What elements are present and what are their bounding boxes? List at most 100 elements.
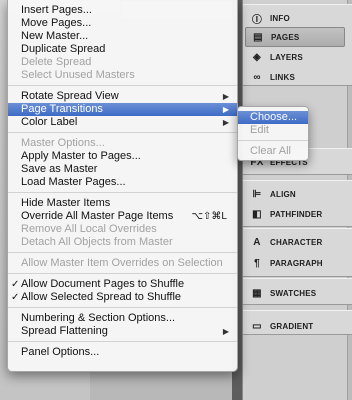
menu-item-label: Hide Master Items — [21, 197, 111, 209]
menu-separator — [8, 192, 237, 193]
dock-item-layers[interactable]: ◈ LAYERS — [245, 47, 345, 67]
menu-item-load-master-pages[interactable]: Load Master Pages... — [8, 176, 237, 189]
menu-item-label: Select Unused Masters — [21, 69, 135, 81]
menu-item-label: Move Pages... — [21, 17, 92, 29]
menu-item-label: Page Transitions — [21, 103, 103, 115]
menu-item-master-options: Master Options... — [8, 137, 237, 150]
dock-item-gradient[interactable]: ▭ GRADIENT — [245, 316, 345, 336]
menu-separator — [238, 140, 308, 141]
menu-item-label: Allow Master Item Overrides on Selection — [21, 257, 223, 269]
dock-item-label: PARAGRAPH — [270, 258, 323, 268]
menu-separator — [8, 273, 237, 274]
menu-item-apply-master-to-pages[interactable]: Apply Master to Pages... — [8, 150, 237, 163]
dock-item-label: LINKS — [270, 72, 295, 82]
menu-item-label: Rotate Spread View — [21, 90, 119, 102]
page-transitions-submenu: Choose... Edit Clear All — [237, 106, 309, 161]
dock-item-pathfinder[interactable]: ◧ PATHFINDER — [245, 204, 345, 224]
dock-item-label: ALIGN — [270, 189, 296, 199]
menu-item-label: Allow Document Pages to Shuffle — [21, 278, 185, 290]
menu-separator — [8, 341, 237, 342]
menu-separator — [8, 85, 237, 86]
menu-item-label: Color Label — [21, 116, 78, 128]
menu-item-page-transitions[interactable]: Page Transitions ▶ — [8, 103, 237, 116]
checkmark-icon: ✓ — [11, 292, 20, 303]
dock-item-label: INFO — [270, 13, 290, 23]
menu-item-color-label[interactable]: Color Label ▶ — [8, 116, 237, 129]
menu-item-numbering-section-options[interactable]: Numbering & Section Options... — [8, 312, 237, 325]
paragraph-icon: ¶ — [254, 257, 260, 269]
menu-item-remove-all-local-overrides: Remove All Local Overrides — [8, 223, 237, 236]
dock-item-label: LAYERS — [270, 52, 303, 62]
dock-item-label: SWATCHES — [270, 288, 317, 298]
submenu-arrow-icon: ▶ — [222, 105, 229, 114]
align-icon: ⊫ — [252, 188, 262, 200]
links-icon: ∞ — [253, 71, 261, 83]
dock-item-links[interactable]: ∞ LINKS — [245, 67, 345, 87]
dock-item-pages[interactable]: ▤ PAGES — [245, 27, 345, 47]
menu-item-label: Load Master Pages... — [21, 176, 126, 188]
menu-item-label: Spread Flattening — [21, 325, 108, 337]
pathfinder-icon: ◧ — [252, 208, 262, 220]
pages-panel-menu: Insert Pages... Move Pages... New Master..… — [7, 0, 238, 372]
dock-item-label: PAGES — [271, 32, 300, 42]
menu-item-duplicate-spread[interactable]: Duplicate Spread — [8, 43, 237, 56]
info-icon: ⓘ — [251, 14, 263, 26]
dock-item-character[interactable]: A CHARACTER — [245, 232, 345, 252]
menu-item-label: Choose... — [250, 111, 298, 123]
dock-item-info[interactable]: ⓘ INFO — [245, 8, 345, 28]
layers-icon: ◈ — [253, 51, 261, 63]
menu-item-insert-pages[interactable]: Insert Pages... — [8, 4, 237, 17]
menu-separator — [8, 307, 237, 308]
pages-icon: ▤ — [253, 31, 263, 43]
menu-item-delete-spread: Delete Spread — [8, 56, 237, 69]
menu-item-label: Save as Master — [21, 163, 98, 175]
menu-item-label: Duplicate Spread — [21, 43, 106, 55]
dock-item-swatches[interactable]: ▦ SWATCHES — [245, 283, 345, 303]
dock-item-label: GRADIENT — [270, 321, 314, 331]
menu-item-shortcut: ⌥⇧⌘L — [191, 211, 227, 222]
menu-item-label: Edit — [250, 124, 269, 136]
submenu-arrow-icon: ▶ — [222, 327, 229, 336]
menu-item-label: Master Options... — [21, 137, 105, 149]
menu-item-label: Numbering & Section Options... — [21, 312, 176, 324]
menu-item-label: New Master... — [21, 30, 89, 42]
menu-separator — [8, 132, 237, 133]
checkmark-icon: ✓ — [11, 279, 20, 290]
submenu-item-edit: Edit — [238, 124, 308, 137]
menu-item-label: Override All Master Page Items — [21, 210, 174, 222]
menu-item-save-as-master[interactable]: Save as Master — [8, 163, 237, 176]
submenu-item-clear-all: Clear All — [238, 145, 308, 158]
menu-item-label: Panel Options... — [21, 346, 100, 358]
menu-item-select-unused-masters: Select Unused Masters — [8, 69, 237, 82]
panel-dock: ⓘ INFO ▤ PAGES ◈ LAYERS ∞ LINKS fx EFFECTS ⊫ ALIGN ◧… — [242, 0, 352, 400]
menu-item-detach-all-objects-from-master: Detach All Objects from Master — [8, 236, 237, 249]
submenu-arrow-icon: ▶ — [222, 92, 229, 101]
menu-item-label: Detach All Objects from Master — [21, 236, 173, 248]
menu-item-label: Allow Selected Spread to Shuffle — [21, 291, 182, 303]
dock-item-paragraph[interactable]: ¶ PARAGRAPH — [245, 253, 345, 273]
menu-item-move-pages[interactable]: Move Pages... — [8, 17, 237, 30]
swatches-icon: ▦ — [252, 287, 262, 299]
dock-item-label: PATHFINDER — [270, 209, 323, 219]
gradient-icon: ▭ — [252, 320, 262, 332]
menu-item-panel-options[interactable]: Panel Options... — [8, 346, 237, 359]
dock-item-label: CHARACTER — [270, 237, 323, 247]
menu-item-rotate-spread-view[interactable]: Rotate Spread View ▶ — [8, 90, 237, 103]
menu-separator — [8, 252, 237, 253]
submenu-arrow-icon: ▶ — [222, 118, 229, 127]
menu-item-override-all-master-page-items[interactable]: Override All Master Page Items ⌥⇧⌘L — [8, 210, 237, 223]
character-icon: A — [253, 236, 261, 248]
menu-item-spread-flattening[interactable]: Spread Flattening ▶ — [8, 325, 237, 338]
menu-item-label: Remove All Local Overrides — [21, 223, 157, 235]
menu-item-allow-document-pages-to-shuffle[interactable]: ✓ Allow Document Pages to Shuffle — [8, 278, 237, 291]
menu-item-new-master[interactable]: New Master... — [8, 30, 237, 43]
menu-item-label: Clear All — [250, 145, 291, 157]
menu-item-hide-master-items[interactable]: Hide Master Items — [8, 197, 237, 210]
menu-item-label: Insert Pages... — [21, 4, 92, 16]
menu-item-label: Apply Master to Pages... — [21, 150, 141, 162]
menu-item-allow-selected-spread-to-shuffle[interactable]: ✓ Allow Selected Spread to Shuffle — [8, 291, 237, 304]
menu-item-allow-master-item-overrides-on-selection: Allow Master Item Overrides on Selection — [8, 257, 237, 270]
menu-item-label: Delete Spread — [21, 56, 92, 68]
dock-item-align[interactable]: ⊫ ALIGN — [245, 184, 345, 204]
submenu-item-choose[interactable]: Choose... — [238, 111, 308, 124]
